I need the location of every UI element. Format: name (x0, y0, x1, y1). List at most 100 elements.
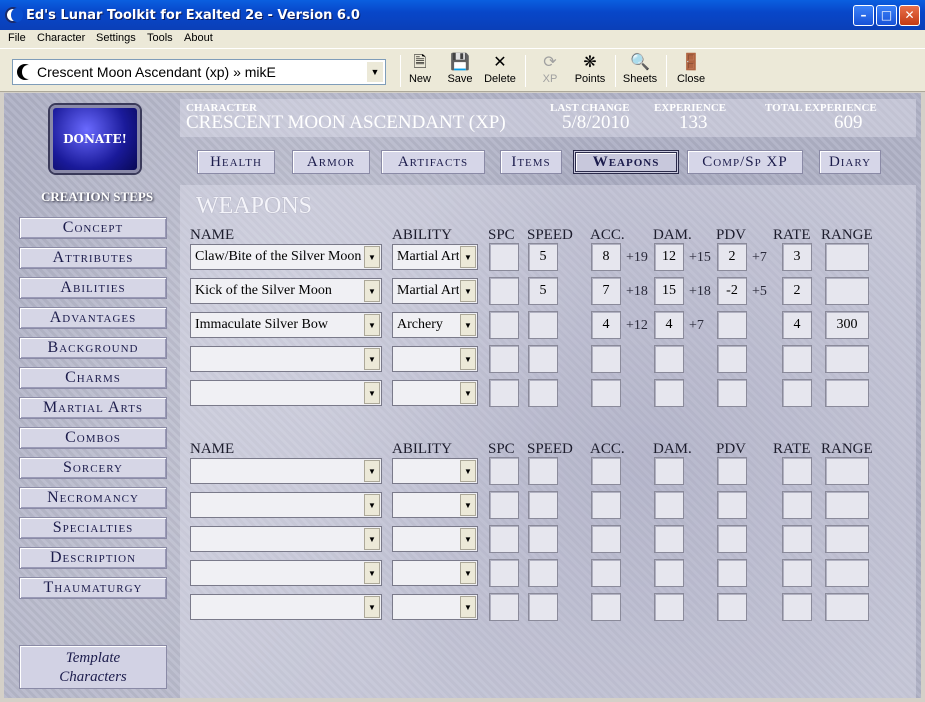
field-spc[interactable] (489, 379, 519, 407)
field-range[interactable] (825, 491, 869, 519)
field-acc[interactable] (591, 559, 621, 587)
field-dam[interactable]: 12 (654, 243, 684, 271)
ranged_rows-name-select[interactable]: ▼ (190, 560, 382, 586)
field-dam[interactable] (654, 457, 684, 485)
step-abilities[interactable]: Abilities (19, 277, 167, 299)
menu-tools[interactable]: Tools (147, 32, 173, 44)
ranged_rows-ability-select[interactable]: ▼ (392, 526, 478, 552)
step-necromancy[interactable]: Necromancy (19, 487, 167, 509)
field-range[interactable] (825, 277, 869, 305)
melee_rows-name-select[interactable]: Immaculate Silver Bow ▼ (190, 312, 382, 338)
melee_rows-name-select[interactable]: Kick of the Silver Moon ▼ (190, 278, 382, 304)
chevron-down-icon[interactable]: ▼ (364, 562, 380, 584)
donate-button[interactable]: DONATE! (50, 105, 140, 173)
template-characters-button[interactable]: Template Characters (19, 645, 167, 689)
field-pdv[interactable]: 2 (717, 243, 747, 271)
field-spc[interactable] (489, 491, 519, 519)
field-rate[interactable] (782, 379, 812, 407)
melee_rows-ability-select[interactable]: ▼ (392, 346, 478, 372)
menu-character[interactable]: Character (37, 32, 85, 44)
menu-about[interactable]: About (184, 32, 213, 44)
step-martial-arts[interactable]: Martial Arts (19, 397, 167, 419)
field-pdv[interactable] (717, 379, 747, 407)
chevron-down-icon[interactable]: ▼ (460, 246, 476, 268)
field-spc[interactable] (489, 559, 519, 587)
field-acc[interactable]: 8 (591, 243, 621, 271)
step-specialties[interactable]: Specialties (19, 517, 167, 539)
field-acc[interactable] (591, 379, 621, 407)
field-spc[interactable] (489, 243, 519, 271)
chevron-down-icon[interactable]: ▼ (364, 280, 380, 302)
step-background[interactable]: Background (19, 337, 167, 359)
sheets-button[interactable]: 🔍 Sheets (621, 53, 659, 91)
chevron-down-icon[interactable]: ▼ (460, 382, 476, 404)
field-speed[interactable]: 5 (528, 277, 558, 305)
field-pdv[interactable]: -2 (717, 277, 747, 305)
field-pdv[interactable] (717, 311, 747, 339)
field-dam[interactable] (654, 593, 684, 621)
field-pdv[interactable] (717, 559, 747, 587)
chevron-down-icon[interactable]: ▼ (364, 314, 380, 336)
field-dam[interactable]: 15 (654, 277, 684, 305)
field-acc[interactable] (591, 345, 621, 373)
field-rate[interactable]: 3 (782, 243, 812, 271)
new-button[interactable]: 🗎 New (404, 53, 436, 91)
step-concept[interactable]: Concept (19, 217, 167, 239)
field-speed[interactable] (528, 345, 558, 373)
field-range[interactable] (825, 243, 869, 271)
chevron-down-icon[interactable]: ▼ (364, 494, 380, 516)
chevron-down-icon[interactable]: ▼ (460, 460, 476, 482)
step-attributes[interactable]: Attributes (19, 247, 167, 269)
tab-weapons[interactable]: Weapons (573, 150, 679, 174)
field-spc[interactable] (489, 593, 519, 621)
field-pdv[interactable] (717, 525, 747, 553)
close-icon[interactable]: ✕ (899, 5, 920, 26)
field-acc[interactable]: 7 (591, 277, 621, 305)
field-pdv[interactable] (717, 345, 747, 373)
melee_rows-name-select[interactable]: ▼ (190, 346, 382, 372)
step-thaumaturgy[interactable]: Thaumaturgy (19, 577, 167, 599)
character-select[interactable]: Crescent Moon Ascendant (xp) » mikE ▼ (12, 59, 386, 85)
chevron-down-icon[interactable]: ▼ (367, 62, 383, 82)
tab-diary[interactable]: Diary (819, 150, 881, 174)
field-range[interactable] (825, 345, 869, 373)
field-rate[interactable] (782, 345, 812, 373)
field-speed[interactable]: 5 (528, 243, 558, 271)
step-sorcery[interactable]: Sorcery (19, 457, 167, 479)
field-acc[interactable] (591, 491, 621, 519)
ranged_rows-ability-select[interactable]: ▼ (392, 492, 478, 518)
field-range[interactable] (825, 525, 869, 553)
field-rate[interactable] (782, 457, 812, 485)
field-range[interactable] (825, 379, 869, 407)
field-spc[interactable] (489, 345, 519, 373)
ranged_rows-ability-select[interactable]: ▼ (392, 560, 478, 586)
field-rate[interactable]: 2 (782, 277, 812, 305)
close-button[interactable]: 🚪 Close (674, 53, 708, 91)
chevron-down-icon[interactable]: ▼ (460, 348, 476, 370)
field-acc[interactable]: 4 (591, 311, 621, 339)
field-range[interactable] (825, 559, 869, 587)
chevron-down-icon[interactable]: ▼ (364, 596, 380, 618)
chevron-down-icon[interactable]: ▼ (460, 596, 476, 618)
step-combos[interactable]: Combos (19, 427, 167, 449)
tab-items[interactable]: Items (500, 150, 562, 174)
field-speed[interactable] (528, 457, 558, 485)
field-dam[interactable] (654, 379, 684, 407)
field-dam[interactable] (654, 525, 684, 553)
chevron-down-icon[interactable]: ▼ (364, 460, 380, 482)
menu-file[interactable]: File (8, 32, 26, 44)
melee_rows-ability-select[interactable]: ▼ (392, 380, 478, 406)
ranged_rows-name-select[interactable]: ▼ (190, 492, 382, 518)
ranged_rows-name-select[interactable]: ▼ (190, 594, 382, 620)
field-speed[interactable] (528, 525, 558, 553)
field-pdv[interactable] (717, 593, 747, 621)
field-speed[interactable] (528, 311, 558, 339)
field-rate[interactable] (782, 593, 812, 621)
chevron-down-icon[interactable]: ▼ (460, 314, 476, 336)
chevron-down-icon[interactable]: ▼ (460, 280, 476, 302)
save-button[interactable]: 💾 Save (444, 53, 476, 91)
melee_rows-ability-select[interactable]: Archery ▼ (392, 312, 478, 338)
chevron-down-icon[interactable]: ▼ (460, 494, 476, 516)
step-advantages[interactable]: Advantages (19, 307, 167, 329)
ranged_rows-ability-select[interactable]: ▼ (392, 458, 478, 484)
